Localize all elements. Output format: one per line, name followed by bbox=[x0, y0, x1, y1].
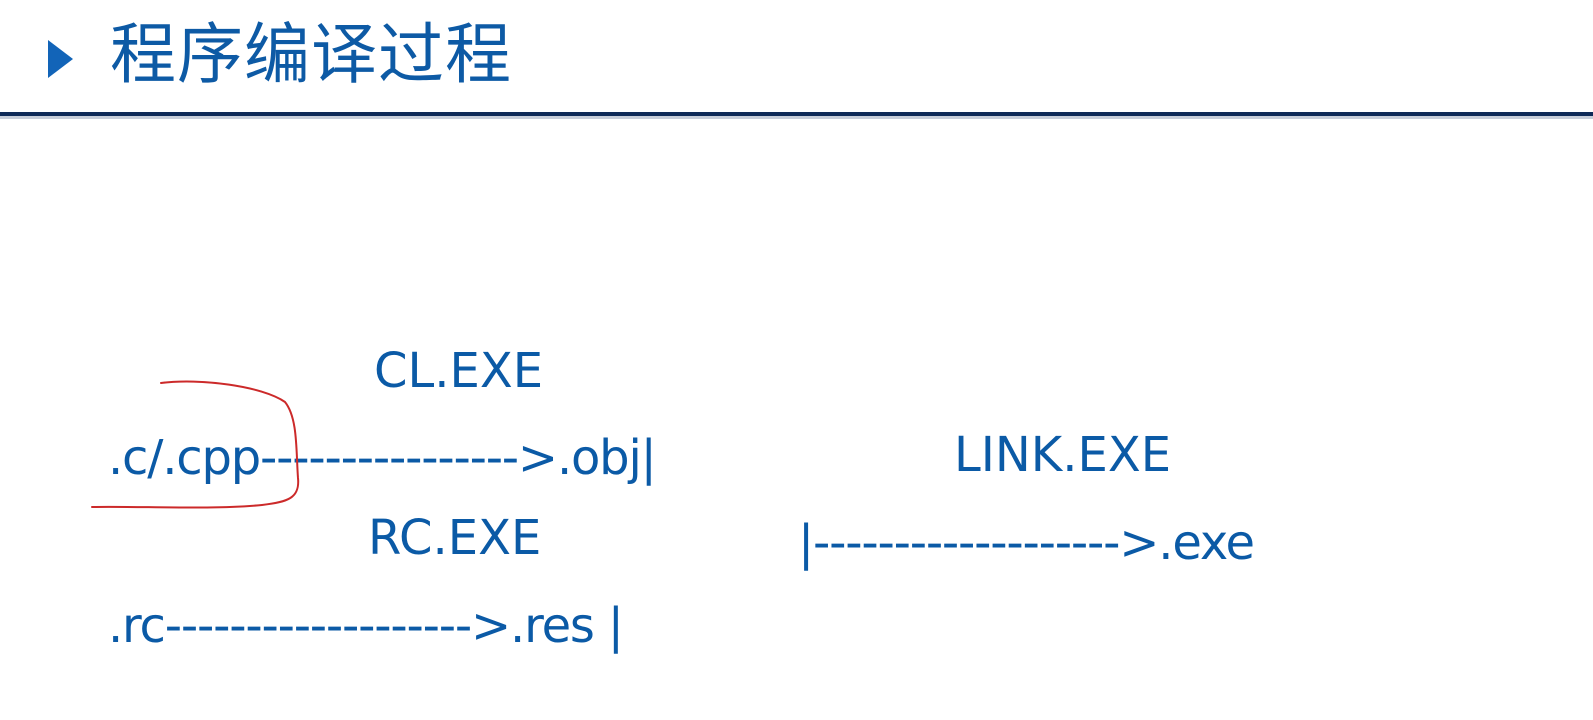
source-to-obj-line: .c/.cpp---------------->.obj| bbox=[108, 430, 657, 486]
linker-label: LINK.EXE bbox=[954, 427, 1172, 483]
rc-to-res-line: .rc------------------->.res | bbox=[108, 598, 624, 654]
link-to-exe-line: |------------------->.exe bbox=[798, 515, 1255, 571]
slide-title: 程序编译过程 bbox=[110, 16, 512, 93]
title-divider-shadow bbox=[0, 116, 1593, 119]
resource-compiler-label: RC.EXE bbox=[368, 510, 542, 566]
slide-header: 程序编译过程 bbox=[0, 0, 1593, 125]
compiler-label: CL.EXE bbox=[374, 343, 544, 399]
triangle-bullet-icon bbox=[48, 40, 73, 78]
